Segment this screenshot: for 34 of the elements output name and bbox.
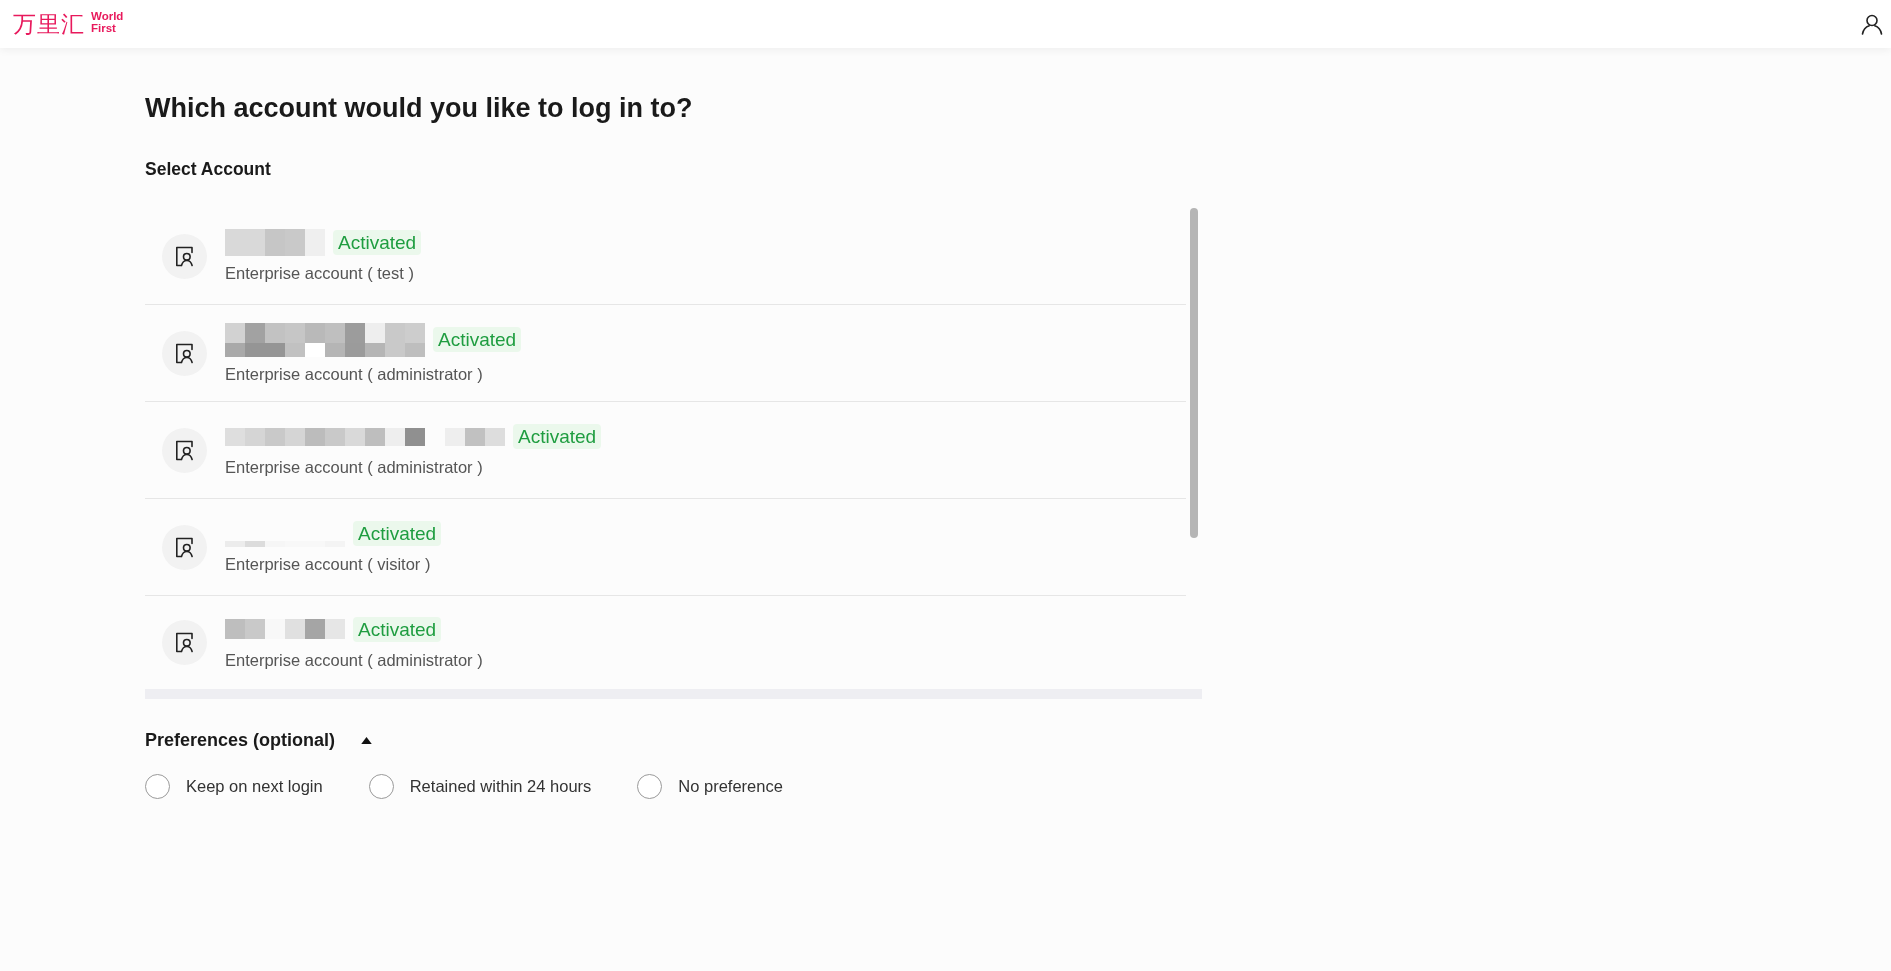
option-label[interactable]: Keep on next login: [186, 774, 323, 799]
page-title: Which account would you like to log in to?: [145, 92, 693, 124]
account-icon: [162, 524, 207, 570]
logo-chinese-text: 万里汇: [13, 12, 85, 36]
section-label: Select Account: [145, 158, 271, 180]
user-icon[interactable]: [1861, 13, 1883, 35]
account-row[interactable]: Activated Enterprise account ( administrator ): [145, 305, 1186, 402]
account-type-text: Enterprise account ( administrator ): [225, 457, 484, 477]
account-row[interactable]: Activated Enterprise account ( test ): [145, 208, 1186, 305]
radio-button[interactable]: [368, 774, 394, 799]
account-type-text: Enterprise account ( administrator ): [225, 649, 483, 670]
account-row[interactable]: Activated Enterprise account ( administrator ): [145, 402, 1186, 499]
logo-english-text: World First: [91, 9, 124, 35]
account-type-text: Enterprise account ( visitor ): [225, 554, 432, 574]
account-icon: [162, 427, 207, 473]
status-badge: Activated: [333, 230, 422, 255]
status-badge: Activated: [353, 521, 442, 546]
account-icon: [162, 233, 207, 279]
status-badge: Activated: [513, 424, 602, 449]
account-row[interactable]: Activated Enterprise account ( visitor ): [145, 499, 1186, 596]
scrollbar-thumb[interactable]: [1190, 208, 1198, 538]
status-badge: Activated: [353, 616, 442, 642]
caret-up-icon[interactable]: [361, 736, 373, 744]
account-type-text: Enterprise account ( administrator ): [225, 363, 484, 384]
option-label[interactable]: No preference: [678, 774, 783, 799]
radio-button[interactable]: [637, 774, 663, 799]
account-icon: [162, 330, 207, 376]
account-type-text: Enterprise account ( test ): [225, 263, 415, 283]
status-badge: Activated: [433, 327, 522, 352]
radio-button[interactable]: [145, 774, 170, 799]
account-icon: [162, 620, 207, 665]
option-label[interactable]: Retained within 24 hours: [409, 774, 592, 799]
account-row[interactable]: Activated Enterprise account ( administrator ): [145, 596, 1186, 689]
preferences-title: Preferences (optional): [145, 729, 336, 751]
